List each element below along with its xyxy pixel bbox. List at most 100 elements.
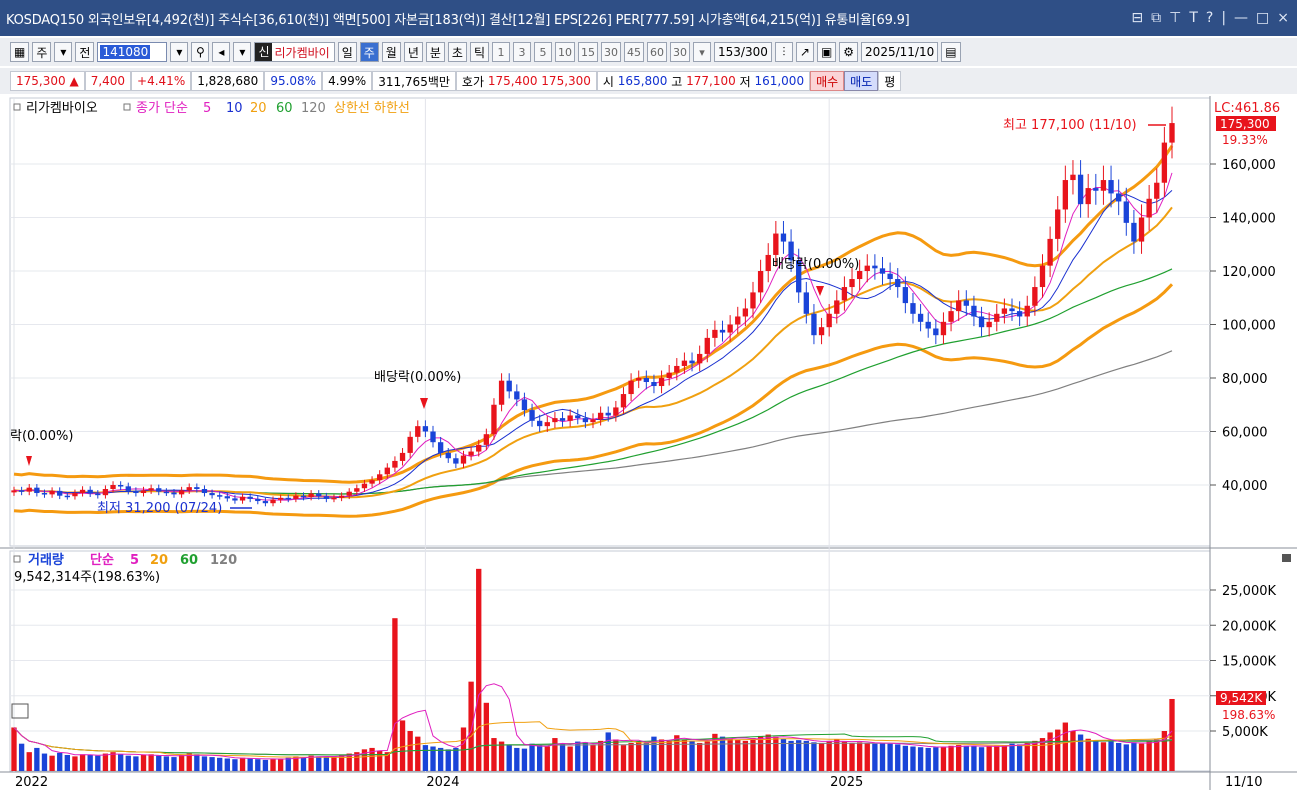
speaker-dropdown-icon[interactable]: ▾	[233, 42, 252, 62]
price-value: 175,300	[16, 74, 66, 88]
restore-icon[interactable]: ⧉	[1151, 10, 1161, 26]
tab-tick[interactable]: 틱	[469, 42, 490, 62]
stock-name-box[interactable]: 신 리가켐바이	[254, 42, 335, 62]
menu-icon[interactable]: ▦	[10, 42, 30, 62]
legend-volume-name: 거래량	[28, 553, 64, 568]
tab-week[interactable]: 주	[359, 42, 379, 62]
volume-bar	[26, 752, 32, 771]
jeon-button[interactable]: 전	[75, 42, 95, 62]
interval-45[interactable]: 45	[624, 42, 645, 62]
price-change: 7,400	[84, 71, 132, 91]
candle-body	[1016, 311, 1023, 317]
volume-bar	[57, 752, 63, 771]
candle-body	[666, 372, 672, 378]
volume-bar	[917, 747, 924, 771]
draw-tool-icon[interactable]: ↗	[795, 42, 814, 62]
volume-bar	[1016, 744, 1023, 771]
interval-5[interactable]: 5	[534, 42, 553, 62]
candle-body	[917, 313, 924, 322]
volume-bar	[110, 752, 116, 771]
date-input[interactable]: 2025/11/10	[861, 42, 939, 62]
volume-bar	[491, 738, 497, 771]
interval-30[interactable]: 30	[601, 42, 622, 62]
volume-bar	[864, 742, 870, 771]
legend-vma60: 60	[180, 553, 198, 568]
volume-bar	[445, 749, 451, 771]
legend-ma5: 5	[203, 101, 211, 116]
legend-vma20: 20	[150, 553, 168, 568]
high-annotation: 최고 177,100 (11/10)	[1003, 118, 1137, 133]
tab-year[interactable]: 년	[403, 42, 423, 62]
hoga-box: 호가 175,400 175,300	[455, 71, 597, 91]
candle-body	[224, 496, 230, 499]
candle-body	[681, 360, 688, 366]
candle-body	[331, 497, 337, 500]
tab-day[interactable]: 일	[337, 42, 357, 62]
candle-body	[194, 487, 200, 490]
volume-bar	[79, 754, 86, 771]
code-dropdown-icon[interactable]: ▾	[170, 42, 189, 62]
candle-body	[201, 489, 208, 494]
interval-dropdown-icon[interactable]: ▾	[693, 42, 712, 62]
interval-60[interactable]: 60	[647, 42, 668, 62]
tab-second[interactable]: 초	[447, 42, 467, 62]
volume-bar	[696, 742, 703, 771]
volume-bar	[1138, 743, 1145, 771]
low-annotation: 최저 31,200 (07/24)	[97, 501, 222, 516]
save-icon[interactable]: ▣	[816, 42, 837, 62]
last-volume-label: 9,542K	[1220, 691, 1263, 705]
volume-bar	[1154, 739, 1160, 771]
speaker-icon[interactable]: ◂	[212, 42, 231, 62]
stock-code-value: 141080	[100, 45, 151, 59]
candle-body	[658, 378, 665, 387]
tab-minute[interactable]: 분	[425, 42, 445, 62]
candle-body	[620, 394, 627, 408]
candle-body	[933, 328, 939, 336]
candle-body	[445, 452, 451, 459]
interval-input[interactable]: 30	[670, 42, 691, 62]
maximize-icon[interactable]: □	[1256, 10, 1269, 26]
interval-10[interactable]: 10	[555, 42, 576, 62]
legend-stock-name: 리가켐바이오	[26, 101, 98, 116]
type-dropdown-icon[interactable]: ▾	[54, 42, 73, 62]
count-input[interactable]: 153/300	[714, 42, 772, 62]
candle-body	[1146, 198, 1152, 218]
sell-button[interactable]: 매도	[844, 71, 879, 91]
layout-icon[interactable]: ⊟	[1131, 10, 1143, 26]
buy-button[interactable]: 매수	[810, 71, 845, 91]
price-tick-label: 120,000	[1222, 265, 1276, 280]
volume-bar	[262, 759, 269, 771]
minimize-icon[interactable]: —	[1234, 10, 1248, 26]
count-max: /300	[740, 45, 768, 59]
volume-bar	[87, 754, 93, 771]
calendar-icon[interactable]: ▤	[941, 42, 961, 62]
search-icon[interactable]: ⚲	[191, 42, 210, 62]
candle-body	[712, 329, 718, 338]
low-label: 저	[739, 74, 751, 89]
panel-close-icon[interactable]	[1282, 554, 1291, 562]
candle-body	[1070, 174, 1076, 181]
high-price: 177,100	[686, 74, 736, 88]
pin-icon[interactable]: ⊤	[1169, 10, 1181, 26]
x-tick-label: 2024	[426, 775, 459, 790]
gear-icon[interactable]: ⚙	[839, 42, 859, 62]
help-icon[interactable]: ?	[1206, 10, 1213, 26]
close-icon[interactable]: ×	[1277, 10, 1289, 26]
interval-15[interactable]: 15	[578, 42, 599, 62]
price-volume-chart[interactable]: 160,000 140,000 120,000 100,000 80,000 60,000…	[0, 96, 1297, 790]
interval-1[interactable]: 1	[492, 42, 511, 62]
candle-body	[559, 418, 566, 421]
volume-bar	[910, 746, 916, 771]
avg-button[interactable]: 평	[878, 71, 902, 91]
interval-3[interactable]: 3	[513, 42, 532, 62]
volume-bar	[818, 742, 825, 771]
volume-bar	[1146, 741, 1152, 771]
type-select[interactable]: 주	[32, 42, 52, 62]
font-icon[interactable]: T	[1189, 10, 1198, 26]
tab-month[interactable]: 월	[381, 42, 401, 62]
volume-bar	[628, 742, 634, 771]
chart-area[interactable]: 160,000 140,000 120,000 100,000 80,000 60,000…	[0, 96, 1297, 790]
volume-bar	[620, 745, 627, 771]
indicator-icon[interactable]: ⫶	[774, 42, 793, 62]
stock-code-input[interactable]: 141080	[97, 42, 168, 62]
